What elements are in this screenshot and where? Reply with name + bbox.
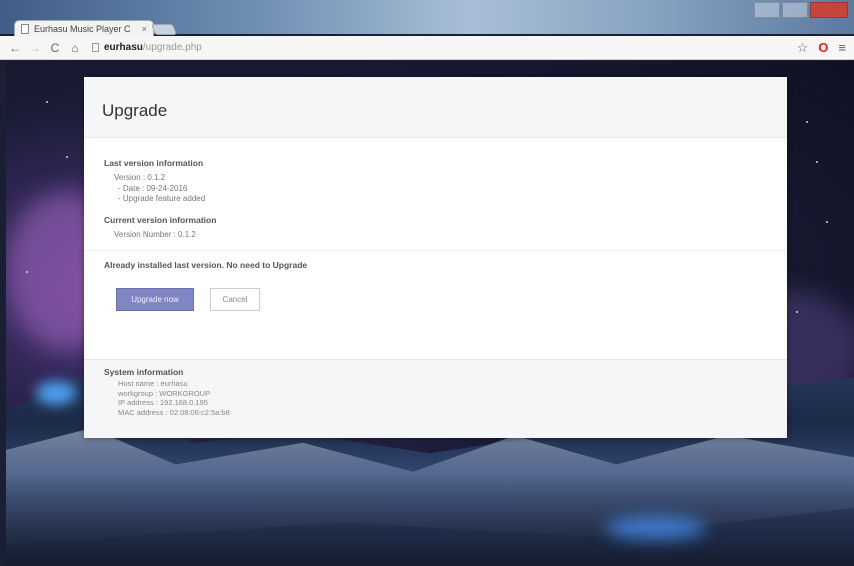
page-icon xyxy=(92,43,99,52)
back-icon[interactable]: ← xyxy=(8,41,22,55)
browser-toolbar: ← → C ⌂ eurhasu /upgrade.php ☆ O ≡ xyxy=(0,36,854,60)
current-version-heading: Current version information xyxy=(104,214,217,225)
page-title: Upgrade xyxy=(102,101,168,120)
light-glow xyxy=(36,381,76,405)
page-icon xyxy=(21,23,29,34)
star xyxy=(66,156,68,158)
upgrade-status-message: Already installed last version. No need … xyxy=(84,250,787,280)
last-version-number: Version : 0.1.2 xyxy=(114,173,166,182)
current-version-number: Version Number : 0.1.2 xyxy=(114,229,196,239)
host-name: Host name : eurhasu xyxy=(118,379,188,388)
last-version-heading: Last version information xyxy=(104,158,204,168)
star xyxy=(26,271,28,273)
panel-body: Last version information Version : 0.1.2… xyxy=(84,138,787,311)
light-glow xyxy=(606,516,706,540)
browser-titlebar: Eurhasu Music Player C × xyxy=(0,0,854,36)
window-close-button[interactable] xyxy=(810,2,848,18)
last-version-date: - Date : 09-24-2016 xyxy=(118,183,188,193)
upgrade-panel: Upgrade Last version information Version… xyxy=(84,77,787,438)
panel-header: Upgrade xyxy=(84,77,787,138)
star xyxy=(46,101,48,103)
button-row: Upgrade now Cancel xyxy=(116,288,787,311)
window-controls xyxy=(752,2,848,18)
url-path: /upgrade.php xyxy=(142,42,202,53)
browser-tab[interactable]: Eurhasu Music Player C × xyxy=(14,20,154,36)
ip-address: IP address : 192.168.0.195 xyxy=(118,398,208,407)
system-info-heading: System information xyxy=(104,367,184,377)
bookmark-star-icon[interactable]: ☆ xyxy=(797,40,809,56)
menu-icon[interactable]: ≡ xyxy=(838,40,846,55)
upgrade-now-button[interactable]: Upgrade now xyxy=(116,288,194,311)
tab-close-icon[interactable]: × xyxy=(142,24,147,34)
star xyxy=(826,221,828,223)
url-host: eurhasu xyxy=(104,42,143,53)
star xyxy=(796,311,798,313)
opera-icon[interactable]: O xyxy=(818,40,828,55)
home-icon[interactable]: ⌂ xyxy=(68,41,82,55)
forward-icon[interactable]: → xyxy=(28,41,42,55)
system-info-section: System information Host name : eurhasu w… xyxy=(84,359,787,438)
tab-title: Eurhasu Music Player C xyxy=(34,23,131,34)
reload-icon[interactable]: C xyxy=(48,41,62,55)
last-version-features: - Upgrade feature added xyxy=(118,194,206,203)
new-tab-button[interactable] xyxy=(150,24,178,35)
workgroup: workgroup : WORKGROUP xyxy=(118,388,211,398)
mac-address: MAC address : 02:08:06:c2:5a:b8 xyxy=(118,407,230,417)
star xyxy=(816,161,818,163)
minimize-button[interactable] xyxy=(754,2,780,18)
maximize-button[interactable] xyxy=(782,2,808,18)
address-bar[interactable]: eurhasu /upgrade.php xyxy=(92,42,787,53)
star xyxy=(806,121,808,123)
cancel-button[interactable]: Cancel xyxy=(210,288,260,311)
